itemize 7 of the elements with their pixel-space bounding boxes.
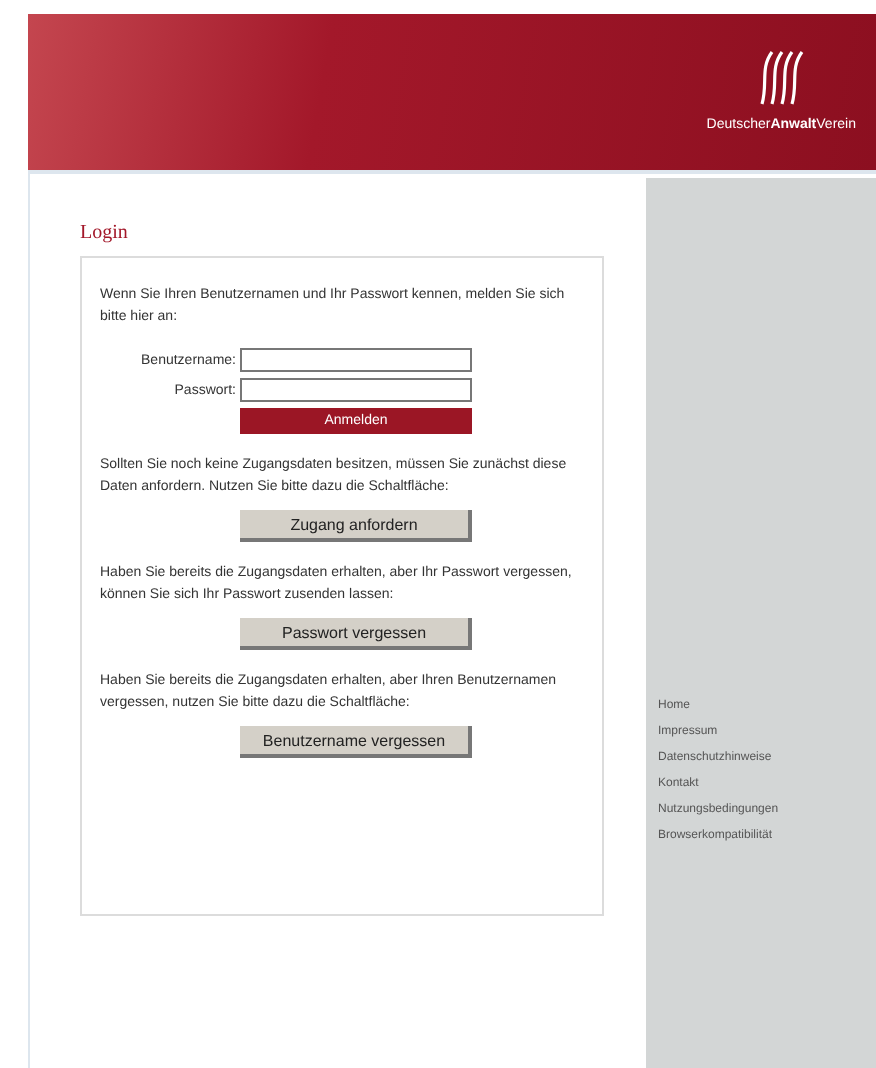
- input-field[interactable]: [240, 378, 472, 402]
- login-title: Login: [80, 220, 130, 248]
- action-button[interactable]: Zugang anfordern: [240, 510, 472, 542]
- action-button[interactable]: Passwort vergessen: [240, 618, 472, 650]
- input-field[interactable]: [240, 348, 472, 372]
- wave-logo-icon: [755, 47, 808, 108]
- action-button[interactable]: Benutzername vergessen: [240, 726, 472, 758]
